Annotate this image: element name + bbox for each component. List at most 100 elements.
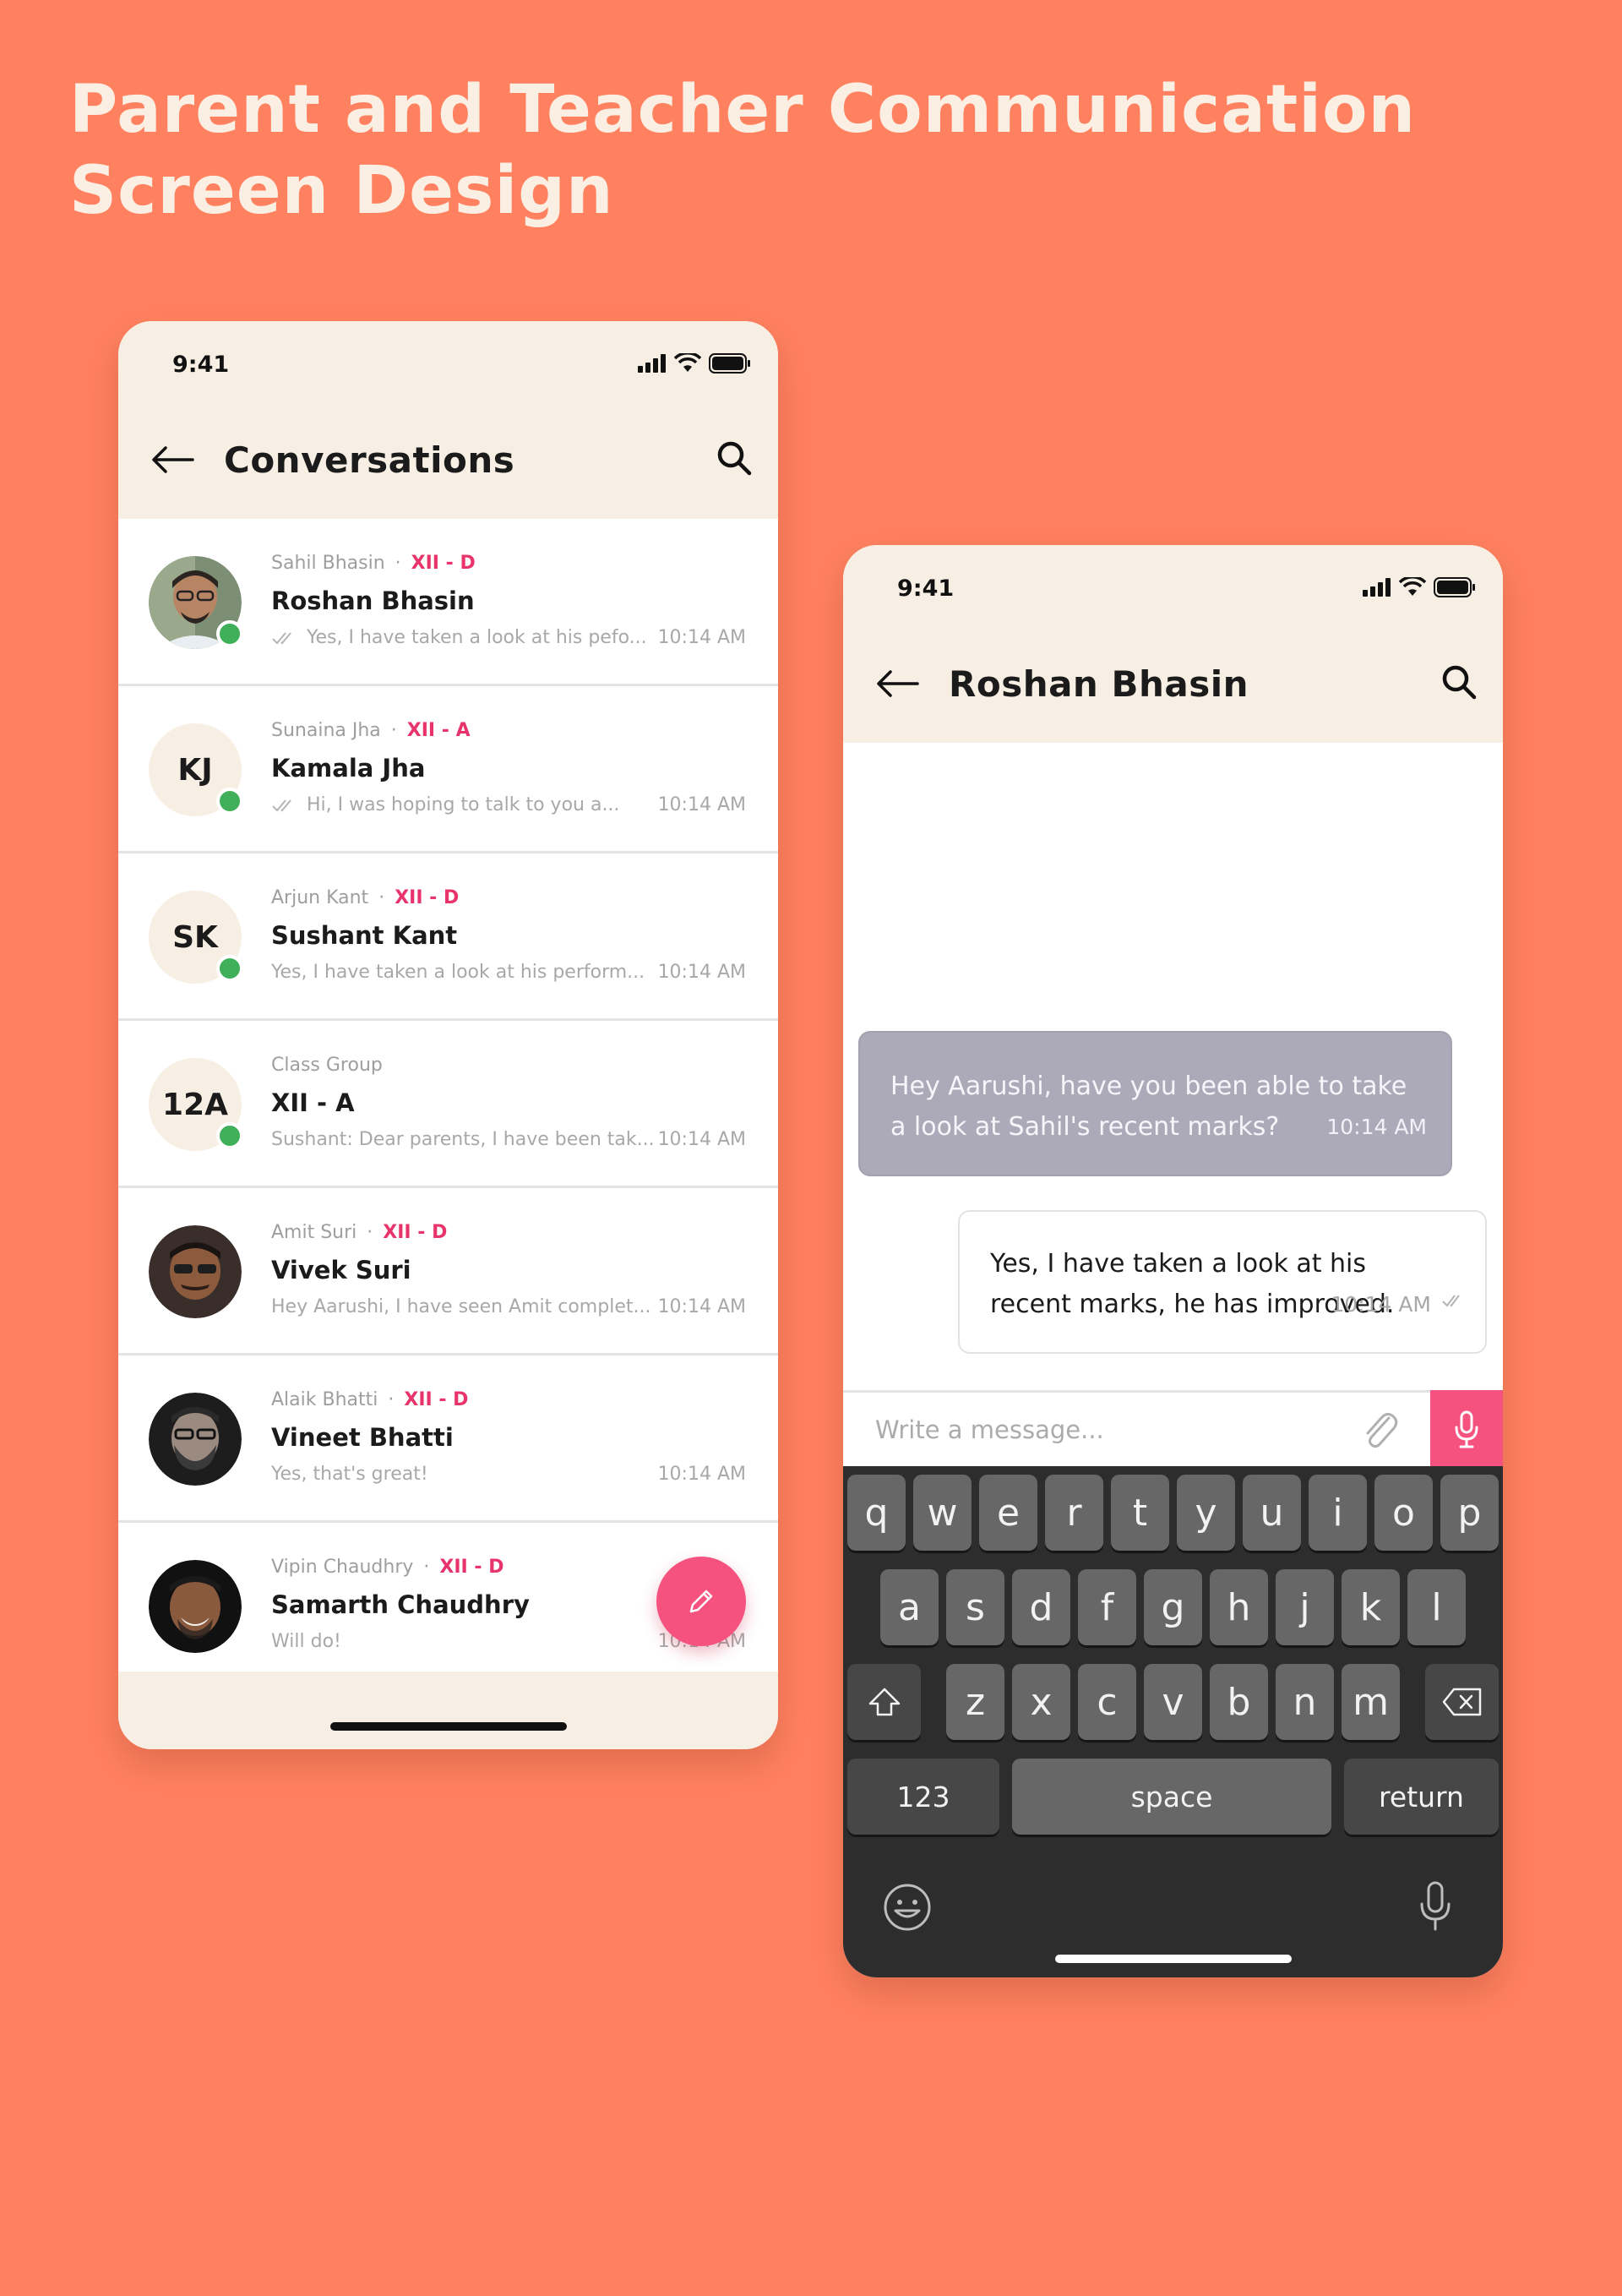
key-m[interactable]: m (1342, 1664, 1400, 1740)
app-header: Conversations (118, 397, 778, 519)
message-preview: Will do! (271, 1631, 660, 1652)
conversation-meta: Arjun Kant · XII - D (271, 887, 459, 908)
key-v[interactable]: v (1144, 1664, 1202, 1740)
numbers-key[interactable]: 123 (847, 1759, 999, 1835)
key-f[interactable]: f (1078, 1569, 1136, 1645)
separator-dot: · (390, 720, 397, 741)
online-status-dot (216, 788, 243, 815)
key-n[interactable]: n (1276, 1664, 1334, 1740)
search-icon[interactable] (716, 439, 753, 477)
online-status-dot (216, 955, 243, 982)
home-indicator (329, 1722, 567, 1731)
return-key[interactable]: return (1344, 1759, 1499, 1835)
avatar-photo (149, 1225, 242, 1318)
avatar: 12A (149, 1058, 243, 1151)
parent-name: Alaik Bhatti (271, 1389, 378, 1410)
key-y[interactable]: y (1177, 1475, 1235, 1551)
message-preview: Hey Aarushi, I have seen Amit complet... (271, 1296, 660, 1317)
key-u[interactable]: u (1243, 1475, 1301, 1551)
message-time: 10:14 AM (657, 1464, 746, 1485)
key-g[interactable]: g (1144, 1569, 1202, 1645)
student-name: Sushant Kant (271, 921, 458, 950)
wifi-icon (674, 353, 701, 372)
shift-key[interactable] (847, 1664, 921, 1740)
preview-text: Hi, I was hoping to talk to you a... (307, 794, 620, 815)
message-time: 10:14 AM (657, 962, 746, 983)
compose-button[interactable] (656, 1557, 746, 1646)
outgoing-message-bubble: Yes, I have taken a look at his recent m… (958, 1210, 1487, 1354)
conversation-list: Sahil Bhasin · XII - D Roshan Bhasin Yes, … (118, 519, 778, 1690)
conversation-item[interactable]: Sahil Bhasin · XII - D Roshan Bhasin Yes, … (118, 519, 778, 686)
avatar-photo (149, 1393, 242, 1486)
app-header: Roshan Bhasin (843, 621, 1503, 743)
message-preview: Yes, I have taken a look at his pefo... (271, 627, 660, 648)
key-c[interactable]: c (1078, 1664, 1136, 1740)
status-icons (638, 353, 751, 374)
search-icon[interactable] (1440, 663, 1478, 701)
class-tag: XII - D (411, 553, 476, 574)
key-j[interactable]: j (1276, 1569, 1334, 1645)
key-i[interactable]: i (1309, 1475, 1367, 1551)
conversation-item[interactable]: Amit Suri · XII - D Vivek Suri Hey Aarushi… (118, 1188, 778, 1355)
conversation-item[interactable]: Alaik Bhatti · XII - D Vineet Bhatti Yes, … (118, 1355, 778, 1523)
preview-text: Yes, I have taken a look at his pefo... (307, 627, 647, 648)
read-ticks-icon (272, 631, 291, 644)
group-label: Class Group (271, 1055, 383, 1076)
message-preview: Sushant: Dear parents, I have been tak..… (271, 1129, 660, 1150)
key-b[interactable]: b (1210, 1664, 1268, 1740)
class-tag: XII - D (404, 1389, 469, 1410)
key-h[interactable]: h (1210, 1569, 1268, 1645)
conversation-item[interactable]: KJ Sunaina Jha · XII - A Kamala Jha Hi, I … (118, 686, 778, 854)
key-a[interactable]: a (880, 1569, 939, 1645)
chat-screen: 9:41 Roshan Bhasin Hey Aarushi, have you… (843, 545, 1503, 1977)
microphone-icon (1455, 1410, 1478, 1448)
message-preview: Hi, I was hoping to talk to you a... (271, 794, 660, 815)
key-s[interactable]: s (946, 1569, 1004, 1645)
emoji-icon[interactable] (882, 1882, 933, 1933)
student-name: Vineet Bhatti (271, 1423, 454, 1452)
message-time: 10:14 AM (1326, 1115, 1427, 1139)
group-name: XII - A (271, 1088, 355, 1117)
key-q[interactable]: q (847, 1475, 906, 1551)
avatar: SK (149, 891, 243, 984)
conversation-item[interactable]: 12A Class Group XII - A Sushant: Dear pa… (118, 1021, 778, 1188)
avatar (149, 1393, 242, 1486)
header-title: Conversations (224, 439, 515, 481)
key-w[interactable]: w (913, 1475, 972, 1551)
preview-text: Will do! (271, 1631, 341, 1652)
preview-text: Sushant: Dear parents, I have been tak..… (271, 1129, 655, 1150)
key-l[interactable]: l (1407, 1569, 1466, 1645)
conversation-meta: Amit Suri · XII - D (271, 1222, 447, 1243)
key-r[interactable]: r (1045, 1475, 1103, 1551)
home-indicator (1054, 1955, 1292, 1963)
online-status-dot (216, 1122, 243, 1149)
backspace-key[interactable] (1425, 1664, 1499, 1740)
key-e[interactable]: e (979, 1475, 1037, 1551)
back-arrow-icon[interactable] (150, 443, 194, 477)
conversation-item[interactable]: SK Arjun Kant · XII - D Sushant Kant Yes, … (118, 854, 778, 1021)
status-icons (1363, 577, 1476, 597)
separator-dot: · (388, 1389, 395, 1410)
back-arrow-icon[interactable] (875, 667, 919, 701)
key-d[interactable]: d (1012, 1569, 1070, 1645)
key-z[interactable]: z (946, 1664, 1004, 1740)
key-x[interactable]: x (1012, 1664, 1070, 1740)
message-input[interactable] (875, 1406, 1348, 1453)
paperclip-icon[interactable] (1358, 1408, 1401, 1453)
space-key[interactable]: space (1012, 1759, 1331, 1835)
status-bar: 9:41 (118, 321, 778, 397)
signal-icon (1363, 578, 1391, 597)
wifi-icon (1399, 577, 1426, 596)
separator-dot: · (423, 1557, 430, 1578)
key-p[interactable]: p (1440, 1475, 1499, 1551)
key-o[interactable]: o (1374, 1475, 1433, 1551)
conversation-meta: Class Group (271, 1055, 383, 1076)
voice-record-button[interactable] (1430, 1390, 1503, 1469)
key-t[interactable]: t (1111, 1475, 1169, 1551)
message-time: 10:14 AM (657, 1129, 746, 1150)
preview-text: Yes, I have taken a look at his perform.… (271, 962, 645, 983)
parent-name: Sahil Bhasin (271, 553, 385, 574)
dictation-microphone-icon[interactable] (1418, 1880, 1452, 1933)
message-time: 10:14 AM (657, 794, 746, 815)
key-k[interactable]: k (1342, 1569, 1400, 1645)
